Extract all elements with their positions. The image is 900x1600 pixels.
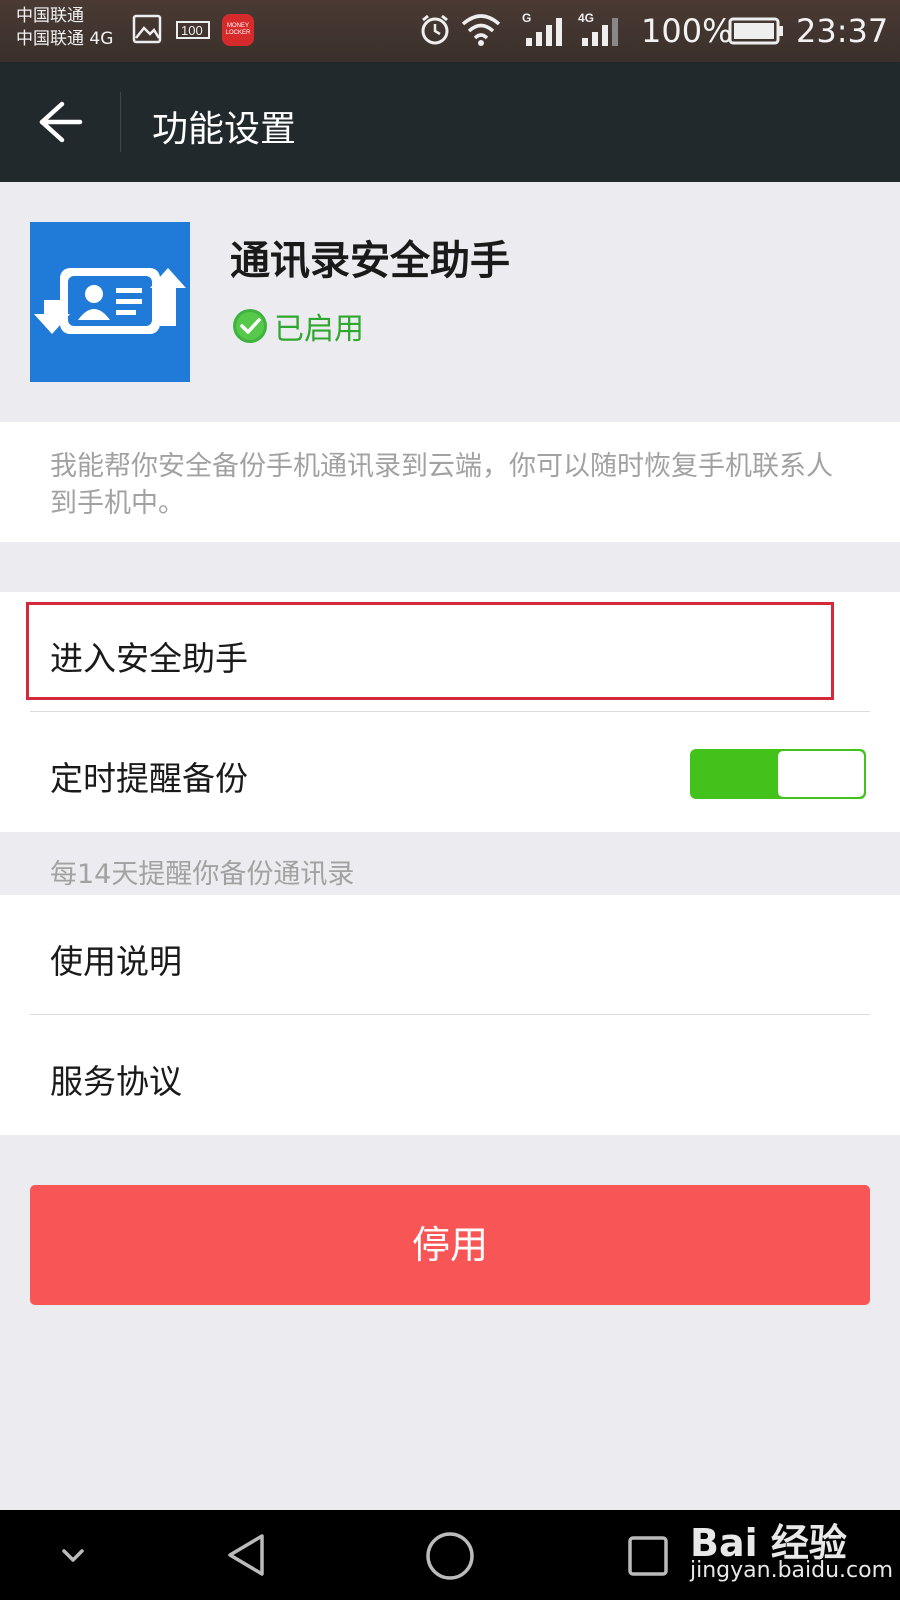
money-locker-label: MONEY LOCKER bbox=[225, 23, 251, 36]
image-notification-icon bbox=[132, 14, 162, 44]
scheduled-reminder-label: 定时提醒备份 bbox=[50, 759, 248, 798]
menu-group-primary: 进入安全助手 定时提醒备份 bbox=[0, 592, 900, 832]
back-triangle-icon[interactable] bbox=[222, 1530, 272, 1580]
back-button[interactable] bbox=[30, 92, 90, 152]
signal-g-label: G bbox=[522, 11, 531, 25]
chevron-down-icon[interactable] bbox=[56, 1538, 90, 1572]
arrow-left-icon bbox=[39, 101, 83, 143]
reminder-tip: 每14天提醒你备份通讯录 bbox=[50, 859, 355, 890]
reminder-toggle[interactable] bbox=[690, 749, 866, 799]
status-indicator: 已启用 bbox=[232, 304, 364, 348]
title-bar: 功能设置 bbox=[0, 62, 900, 182]
svg-text:100: 100 bbox=[181, 23, 203, 38]
clock: 23:37 bbox=[796, 12, 889, 50]
battery-percentage: 100% bbox=[641, 12, 733, 50]
feature-header: 通讯录安全助手 已启用 bbox=[0, 182, 900, 422]
service-agreement-label: 服务协议 bbox=[50, 1062, 182, 1101]
signal-4g-label: 4G bbox=[578, 11, 594, 25]
title-divider bbox=[120, 92, 121, 152]
carrier-line-1: 中国联通 bbox=[16, 6, 84, 26]
description-card: 我能帮你安全备份手机通讯录到云端，你可以随时恢复手机联系人到手机中。 bbox=[0, 422, 900, 542]
alarm-icon bbox=[421, 14, 449, 45]
instructions-label: 使用说明 bbox=[50, 942, 182, 981]
home-circle-icon[interactable] bbox=[424, 1530, 476, 1582]
carrier-info: 中国联通 中国联通 4G bbox=[16, 5, 113, 51]
menu-group-secondary: 使用说明 服务协议 bbox=[0, 895, 900, 1135]
watermark-sub: jingyan.baidu.com bbox=[690, 1558, 894, 1583]
carrier-line-2: 中国联通 4G bbox=[16, 29, 114, 49]
money-locker-icon: MONEY LOCKER bbox=[222, 14, 254, 46]
check-circle-icon bbox=[233, 309, 267, 343]
toggle-knob bbox=[778, 751, 864, 797]
100-icon: 100 bbox=[176, 21, 210, 39]
signal-g-icon: G bbox=[522, 11, 562, 46]
disable-button[interactable]: 停用 bbox=[30, 1185, 870, 1305]
feature-description: 我能帮你安全备份手机通讯录到云端，你可以随时恢复手机联系人到手机中。 bbox=[50, 451, 833, 519]
recents-square-icon[interactable] bbox=[624, 1532, 672, 1580]
service-agreement-row[interactable]: 服务协议 bbox=[0, 1015, 900, 1135]
instructions-row[interactable]: 使用说明 bbox=[0, 895, 900, 1015]
status-label: 已启用 bbox=[274, 312, 364, 347]
feature-name: 通讯录安全助手 bbox=[230, 238, 510, 284]
page-title: 功能设置 bbox=[152, 109, 297, 150]
signal-4g-icon: 4G bbox=[578, 11, 618, 46]
status-bar: 中国联通 中国联通 4G 100 MONEY LOCKER G 4G 100% bbox=[0, 0, 900, 62]
battery-icon bbox=[728, 17, 783, 45]
wifi-icon bbox=[461, 14, 501, 46]
contacts-sync-icon bbox=[30, 222, 190, 382]
highlight-annotation bbox=[26, 602, 834, 700]
